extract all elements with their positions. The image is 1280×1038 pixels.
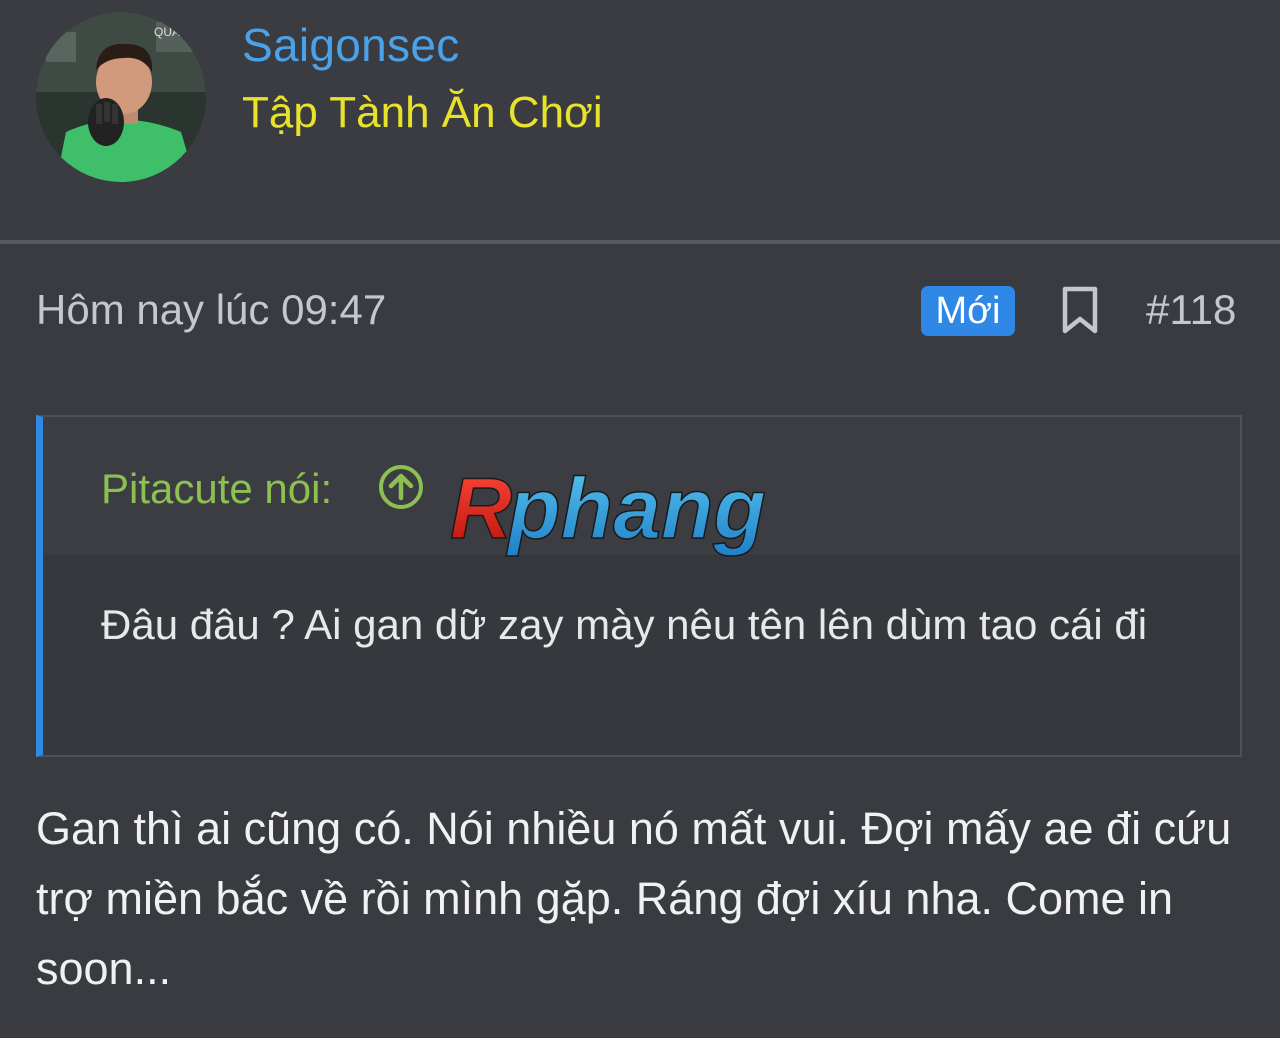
avatar[interactable]: QUA: [36, 12, 206, 182]
header-divider: [0, 240, 1280, 244]
quote-block: Pitacute nói: Đâu đâu ? Ai gan dữ zay mà…: [36, 415, 1242, 757]
quote-author[interactable]: Pitacute nói:: [101, 465, 332, 513]
new-badge: Mới: [921, 286, 1015, 336]
post-time[interactable]: Hôm nay lúc 09:47: [36, 286, 386, 334]
post-number[interactable]: #118: [1146, 286, 1236, 334]
user-header: QUA Saigonsec Tập Tành Ăn Chơi: [0, 0, 1280, 242]
circle-arrow-up-icon[interactable]: [377, 463, 425, 511]
quote-text: Đâu đâu ? Ai gan dữ zay mày nêu tên lên …: [101, 601, 1148, 648]
forum-post: QUA Saigonsec Tập Tành Ăn Chơi Hôm nay l…: [0, 0, 1280, 1038]
post-body: Gan thì ai cũng có. Nói nhiều nó mất vui…: [36, 803, 1232, 994]
avatar-photo-icon: QUA: [36, 12, 206, 182]
svg-text:phang: phang: [506, 468, 766, 557]
watermark-logo: R phang: [448, 460, 838, 568]
username[interactable]: Saigonsec: [242, 18, 460, 72]
bookmark-icon[interactable]: [1060, 286, 1100, 334]
user-title: Tập Tành Ăn Chơi: [242, 88, 603, 137]
svg-text:QUA: QUA: [154, 25, 180, 39]
svg-text:R: R: [450, 468, 512, 557]
